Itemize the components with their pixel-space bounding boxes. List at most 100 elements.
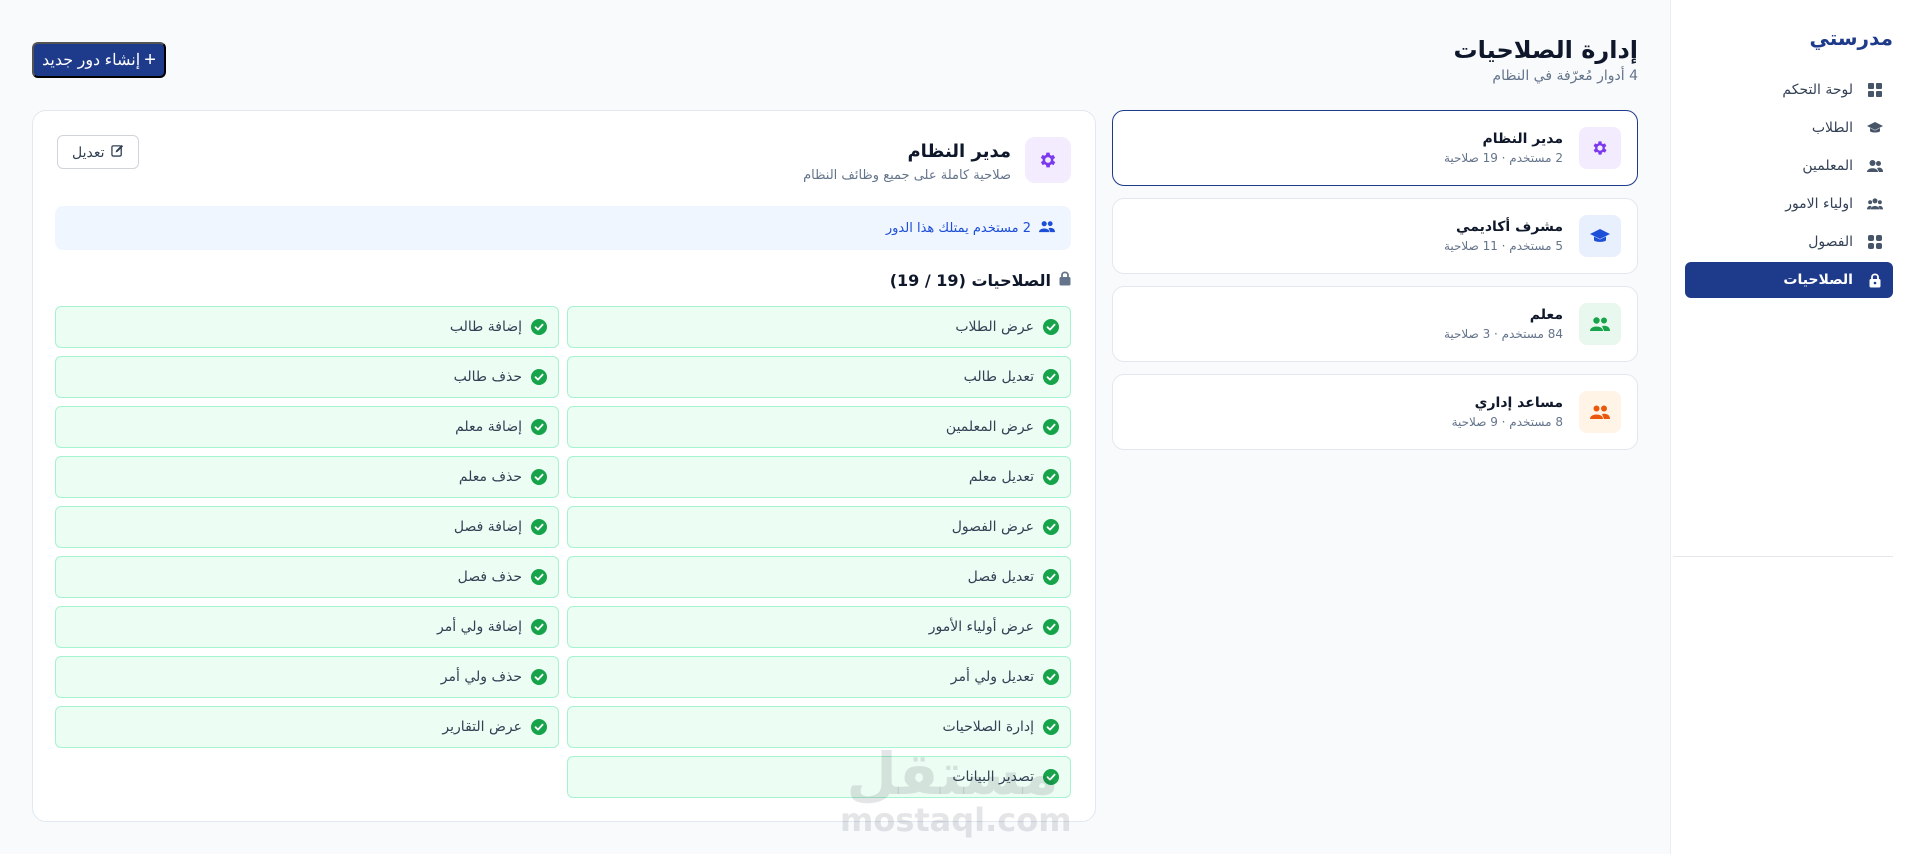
role-users-banner: 2 مستخدم يمتلك هذا الدور (55, 206, 1071, 250)
check-circle-icon (1042, 518, 1060, 536)
permissions-heading-label: الصلاحيات (19 / 19) (889, 271, 1051, 290)
check-circle-icon (530, 668, 548, 686)
check-circle-icon (1042, 568, 1060, 586)
gear-icon (1025, 137, 1071, 183)
permission-label: عرض الطلاب (955, 319, 1034, 335)
permission-item[interactable]: حذف معلم (55, 456, 559, 498)
sidebar-item-permissions[interactable]: الصلاحيات (1685, 262, 1893, 298)
sidebar-item-label: اولياء الامور (1785, 196, 1853, 212)
edit-role-button[interactable]: تعديل (57, 135, 139, 169)
role-name: مساعد إداري (1474, 395, 1563, 411)
permission-item[interactable]: تعديل ولي أمر (567, 656, 1071, 698)
role-users-count: 2 مستخدم يمتلك هذا الدور (885, 220, 1031, 236)
check-circle-icon (530, 368, 548, 386)
role-card-admin-assistant[interactable]: مساعد إداري 8 مستخدم · 9 صلاحية (1112, 374, 1638, 450)
permissions-heading: الصلاحيات (19 / 19) (890, 271, 1071, 290)
permission-item[interactable]: حذف ولي أمر (55, 656, 559, 698)
check-circle-icon (530, 418, 548, 436)
check-circle-icon (1042, 468, 1060, 486)
permission-label: إضافة طالب (449, 319, 522, 335)
create-role-label: إنشاء دور جديد (42, 52, 141, 69)
permission-item[interactable]: تعديل طالب (567, 356, 1071, 398)
check-circle-icon (1042, 418, 1060, 436)
permission-label: تعديل فصل (967, 569, 1034, 585)
sidebar-item-dashboard[interactable]: لوحة التحكم (1685, 72, 1893, 108)
sidebar-item-teachers[interactable]: المعلمين (1685, 148, 1893, 184)
permission-item[interactable]: تعديل معلم (567, 456, 1071, 498)
permission-label: إضافة فصل (453, 519, 522, 535)
sidebar-item-label: لوحة التحكم (1782, 82, 1853, 98)
role-card-system-admin[interactable]: مدير النظام 2 مستخدم · 19 صلاحية (1112, 110, 1638, 186)
permission-label: عرض التقارير (442, 719, 522, 735)
sidebar-item-students[interactable]: الطلاب (1685, 110, 1893, 146)
permission-item[interactable]: تعديل فصل (567, 556, 1071, 598)
lock-icon (1867, 272, 1883, 288)
sidebar-item-parents[interactable]: اولياء الامور (1685, 186, 1893, 222)
permission-label: حذف ولي أمر (440, 669, 522, 685)
permission-label: حذف طالب (453, 369, 522, 385)
check-circle-icon (1042, 668, 1060, 686)
sidebar: مدرستي لوحة التحكم الطلاب المعلمين اوليا… (1670, 0, 1905, 854)
permission-item[interactable]: عرض المعلمين (567, 406, 1071, 448)
user-group-icon (1579, 391, 1621, 433)
role-meta: 84 مستخدم · 3 صلاحية (1443, 327, 1563, 341)
permission-label: إدارة الصلاحيات (942, 719, 1034, 735)
sidebar-item-classes[interactable]: الفصول (1685, 224, 1893, 260)
gear-icon (1579, 127, 1621, 169)
lock-icon (1059, 271, 1071, 290)
sidebar-divider (1673, 556, 1893, 557)
check-circle-icon (1042, 618, 1060, 636)
check-circle-icon (530, 718, 548, 736)
permission-item[interactable]: عرض الطلاب (567, 306, 1071, 348)
check-circle-icon (530, 318, 548, 336)
page-title: إدارة الصلاحيات (1453, 36, 1638, 64)
page-subtitle: 4 أدوار مُعرّفة في النظام (1492, 68, 1638, 84)
users-icon (1579, 303, 1621, 345)
permission-label: تعديل ولي أمر (950, 669, 1034, 685)
create-role-button[interactable]: + إنشاء دور جديد (32, 42, 166, 78)
permission-label: حذف معلم (458, 469, 522, 485)
permission-label: عرض المعلمين (945, 419, 1034, 435)
check-circle-icon (1042, 368, 1060, 386)
sidebar-nav: لوحة التحكم الطلاب المعلمين اولياء الامو… (1685, 72, 1893, 300)
role-list: مدير النظام 2 مستخدم · 19 صلاحية مشرف أك… (1112, 110, 1638, 462)
role-meta: 8 مستخدم · 9 صلاحية (1451, 415, 1563, 429)
users-icon (1039, 220, 1055, 237)
permission-label: تعديل طالب (963, 369, 1034, 385)
role-text: مشرف أكاديمي 5 مستخدم · 11 صلاحية (1444, 219, 1563, 253)
permission-item[interactable]: عرض التقارير (55, 706, 559, 748)
permission-item[interactable]: عرض أولياء الأمور (567, 606, 1071, 648)
check-circle-icon (530, 618, 548, 636)
permission-item[interactable]: حذف طالب (55, 356, 559, 398)
dashboard-icon (1867, 82, 1883, 98)
check-circle-icon (530, 568, 548, 586)
brand-logo[interactable]: مدرستي (1809, 26, 1893, 50)
permission-item[interactable]: إضافة معلم (55, 406, 559, 448)
grid-icon (1867, 234, 1883, 250)
permission-item[interactable]: تصدير البيانات (567, 756, 1071, 798)
edit-icon (110, 144, 124, 160)
role-meta: 5 مستخدم · 11 صلاحية (1443, 239, 1563, 253)
permission-item[interactable]: عرض الفصول (567, 506, 1071, 548)
role-name: مدير النظام (1482, 131, 1563, 147)
plus-icon: + (144, 49, 156, 71)
check-circle-icon (1042, 318, 1060, 336)
permission-label: تصدير البيانات (952, 769, 1034, 785)
role-text: مدير النظام 2 مستخدم · 19 صلاحية (1444, 131, 1563, 165)
permission-item[interactable]: إضافة فصل (55, 506, 559, 548)
graduation-cap-icon (1579, 215, 1621, 257)
role-card-teacher[interactable]: معلم 84 مستخدم · 3 صلاحية (1112, 286, 1638, 362)
role-card-academic-supervisor[interactable]: مشرف أكاديمي 5 مستخدم · 11 صلاحية (1112, 198, 1638, 274)
graduation-cap-icon (1867, 120, 1883, 136)
permission-item[interactable]: إضافة ولي أمر (55, 606, 559, 648)
permission-item[interactable]: إضافة طالب (55, 306, 559, 348)
permission-label: حذف فصل (457, 569, 522, 585)
role-detail-description: صلاحية كاملة على جميع وظائف النظام (803, 168, 1011, 183)
users-group-icon (1867, 196, 1883, 212)
sidebar-item-label: الفصول (1808, 234, 1853, 250)
users-icon (1867, 158, 1883, 174)
sidebar-item-label: المعلمين (1802, 158, 1853, 174)
permission-item[interactable]: حذف فصل (55, 556, 559, 598)
permission-item[interactable]: إدارة الصلاحيات (567, 706, 1071, 748)
sidebar-item-label: الطلاب (1811, 120, 1853, 136)
